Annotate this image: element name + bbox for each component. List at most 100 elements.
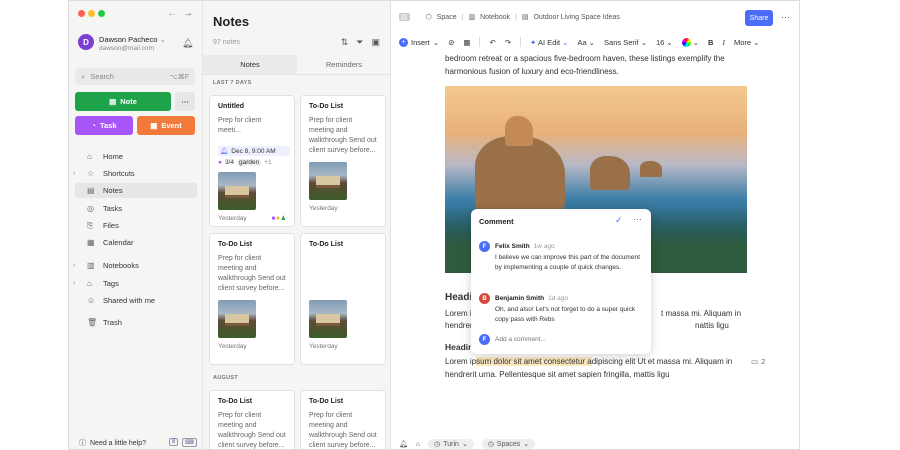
italic-button[interactable]: I [722,38,725,47]
page-title: Notes [213,14,250,29]
back-arrow-icon[interactable]: ← [167,8,177,19]
share-button[interactable]: Share [745,10,773,26]
avatar[interactable]: D [78,34,94,50]
space-chip[interactable]: ◷ Spaces ⌄ [481,439,536,449]
sidebar-item-tasks[interactable]: ◎ Tasks [75,201,197,216]
view-toggle-icon[interactable]: ▣ [371,37,380,48]
user-name[interactable]: Dawson Pacheco ⌄ [99,35,166,44]
notes-panel: Notes 97 notes ⇅ ⏷ ▣ Notes Reminders LAS… [203,1,391,449]
sidebar-item-home[interactable]: ⌂ Home [75,149,197,164]
note-card[interactable]: Untitled Prep for client meeti... 🔔︎ Dec … [209,95,295,227]
paragraph[interactable]: bedroom retreat or a spacious five-bedro… [445,52,745,78]
keyboard-shortcut-badge: 8 [169,438,179,446]
avatar: B [479,293,490,304]
collapse-sidebar-icon[interactable]: ▤ [399,13,410,21]
sidebar-item-tags[interactable]: › ⌂ Tags [73,276,197,291]
note-footer: Yesterday ■★♟ [218,215,286,222]
paragraph[interactable]: Lorem ipsum dolor sit amet consectetur a… [445,355,732,368]
note-card[interactable]: To-Do List Prep for client meeting and w… [300,95,386,227]
bell-icon[interactable]: 🔔︎ [182,38,193,49]
sidebar-item-notes[interactable]: ▤ Notes [75,183,197,198]
sidebar-item-trash[interactable]: 🗑︎ Trash [75,315,197,330]
note-card[interactable]: To-Do List Yesterday [300,233,386,365]
resolve-icon[interactable]: ✓ [615,215,623,226]
space-icon: ⬡ [425,14,432,21]
reminder-badge: 🔔︎ Dec 8, 9:00 AM [218,146,290,156]
maximize-window-button[interactable] [98,10,105,17]
sidebar-item-notebooks[interactable]: › ▥ Notebooks [73,258,197,273]
new-note-button[interactable]: ▤ Note [75,92,171,111]
paragraph[interactable]: nattis ligu [695,319,729,332]
bell-icon[interactable]: 🔔︎ [399,440,408,448]
search-placeholder: Search [90,72,114,81]
chevron-right-icon[interactable]: › [73,262,75,269]
user-email: dawson@mail.com [99,45,155,52]
note-card[interactable]: To-Do List Prep for client meeting and w… [209,390,295,449]
heading[interactable]: Headi [445,291,472,304]
text-style-button[interactable]: Aa ⌄ [577,38,595,47]
note-card[interactable]: To-Do List Prep for client meeting and w… [300,390,386,449]
location-chip[interactable]: ◷ Turin ⌄ [428,439,474,449]
more-format-button[interactable]: More ⌄ [734,38,759,47]
paragraph[interactable]: hendrerit urna. Pellentesque sit amet sa… [445,368,670,381]
tag-icon[interactable]: ⌂ [416,441,420,448]
note-title: To-Do List [309,398,344,405]
tag-icon: ⌂ [87,279,92,288]
more-menu-icon[interactable]: ⋯ [781,12,790,23]
calendar-icon[interactable]: ▦ [463,38,470,47]
chevron-down-icon: ⌄ [159,35,166,44]
chevron-right-icon[interactable]: › [73,170,75,177]
comment-icon: ▭ [751,357,759,366]
search-input[interactable]: ⌕ Search ⌥⌘F [75,68,195,85]
bell-icon: 🔔︎ [220,148,229,155]
breadcrumb-space[interactable]: Space [437,14,457,21]
sidebar-item-calendar[interactable]: ▦ Calendar [75,235,197,250]
tab-reminders[interactable]: Reminders [297,55,391,74]
sidebar-item-shortcuts[interactable]: › ☆ Shortcuts [73,166,197,181]
text-color-picker[interactable]: ⌄ [681,37,699,47]
bold-button[interactable]: B [708,38,713,47]
note-meta: ● 3/4 garden +1 [218,159,272,166]
forward-arrow-icon[interactable]: → [183,8,193,19]
tag-chip[interactable]: garden [236,159,262,166]
breadcrumb-notebook[interactable]: Notebook [480,14,510,21]
keyboard-icon[interactable]: ⌨ [182,438,197,447]
font-select[interactable]: Sans Serif ⌄ [604,38,647,47]
sort-icon[interactable]: ⇅ [341,37,349,48]
tab-notes[interactable]: Notes [203,55,297,74]
search-icon: ⌕ [81,71,86,81]
note-footer: Yesterday [218,343,247,350]
paragraph[interactable]: hendrer [445,319,473,332]
undo-icon[interactable]: ↶ [489,38,495,47]
filter-icon[interactable]: ⏷ [356,37,363,48]
font-size-select[interactable]: 16 ⌄ [656,38,673,47]
note-title: To-Do List [218,398,253,405]
new-event-button[interactable]: ▦ Event [137,116,195,135]
more-tags: +1 [264,159,272,166]
ai-edit-button[interactable]: ✦ AI Edit ⌄ [530,38,568,47]
new-task-button[interactable]: ◔ Task [75,116,133,135]
calendar-icon: ▦ [150,121,158,130]
note-count: 97 notes [213,39,240,46]
more-menu-icon[interactable]: ⋯ [633,214,642,225]
breadcrumb-note[interactable]: Outdoor Living Space Ideas [533,14,619,21]
sidebar-item-shared[interactable]: ☺ Shared with me [75,293,197,308]
sparkle-icon: ✦ [530,37,537,47]
comment-indicator[interactable]: ▭ 2 [751,357,765,366]
note-editor: ▤ ⬡ Space | ▥ Notebook | ▤ Outdoor Livin… [391,1,799,449]
redo-icon[interactable]: ↷ [505,38,511,47]
task-icon: ◔ [91,121,96,130]
sidebar-item-files[interactable]: ⎘ Files [75,218,197,233]
checklist-icon[interactable]: ⊘ [448,38,454,47]
chevron-right-icon[interactable]: › [73,280,75,287]
heading[interactable]: Headin [445,341,473,354]
help-link[interactable]: ⓘ Need a little help? [79,438,146,448]
comment-input[interactable] [495,333,641,346]
insert-button[interactable]: + Insert ⌄ [399,37,439,47]
comment-text: Oh, and also! Let's not forget to do a s… [495,306,635,323]
more-options-button[interactable]: ⋯ [175,92,195,111]
close-window-button[interactable] [78,10,85,17]
highlighted-text[interactable]: sum dolor sit amet consectetur a [476,357,592,366]
note-card[interactable]: To-Do List Prep for client meeting and w… [209,233,295,365]
minimize-window-button[interactable] [88,10,95,17]
